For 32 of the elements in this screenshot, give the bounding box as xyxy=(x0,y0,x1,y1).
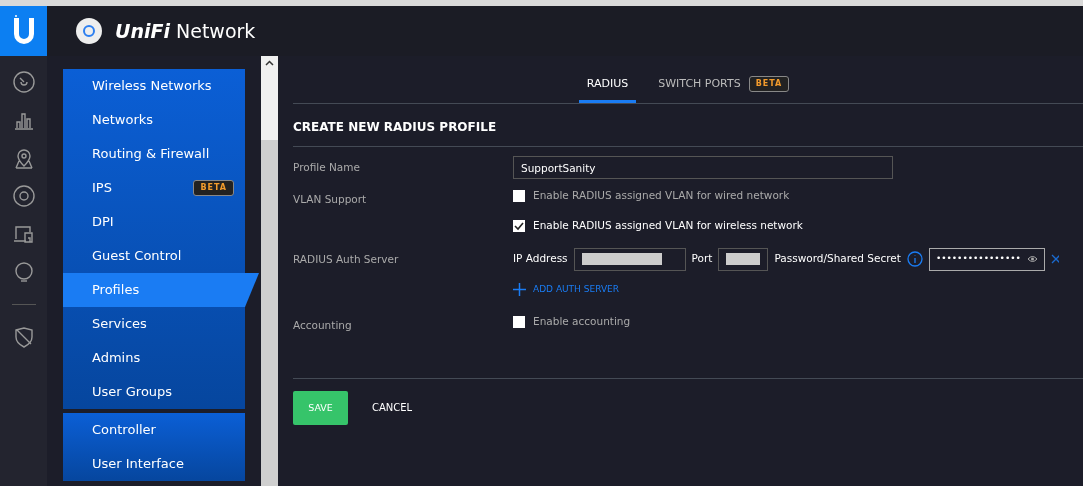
sidebar-item[interactable]: Services xyxy=(63,307,245,341)
sidebar-item[interactable]: Profiles xyxy=(63,273,259,307)
sidebar-item[interactable]: Networks xyxy=(63,103,245,137)
password-field[interactable]: •••••••••••••••• xyxy=(928,247,1045,271)
beta-tag: BETA xyxy=(193,180,234,196)
sidebar-item[interactable]: Routing & Firewall xyxy=(63,137,245,171)
checkbox-label: Enable RADIUS assigned VLAN for wireless network xyxy=(533,217,803,233)
profile-name-field[interactable]: SupportSanity xyxy=(513,156,893,179)
checkbox-label: Enable accounting xyxy=(533,314,631,329)
field-label: Password/Shared Secret xyxy=(774,251,901,267)
field-label: IP Address xyxy=(513,251,568,267)
field-label: RADIUS Auth Server xyxy=(293,251,400,267)
sidebar-item[interactable]: User Groups xyxy=(63,375,245,409)
tab[interactable]: RADIUS xyxy=(578,75,637,103)
sidebar-item[interactable]: Wireless Networks xyxy=(63,69,245,103)
field-label: VLAN Support xyxy=(293,192,368,207)
checkbox-label: Enable RADIUS assigned VLAN for wired network xyxy=(533,188,790,203)
cancel-button[interactable]: CANCEL xyxy=(366,399,419,417)
add-auth-server-button[interactable]: ADD AUTH SERVER xyxy=(513,282,1083,296)
sidebar-item[interactable]: IPS BETA xyxy=(63,171,245,205)
field-label: Profile Name xyxy=(293,160,361,175)
field-label: Port xyxy=(691,251,713,267)
field-label: Accounting xyxy=(293,318,353,333)
sidebar-item[interactable]: Guest Control xyxy=(63,239,245,273)
sidebar-item[interactable]: Controller xyxy=(63,413,245,447)
form-title: CREATE NEW RADIUS PROFILE xyxy=(293,104,1083,147)
beta-tag: BETA xyxy=(748,75,790,92)
tab[interactable]: SWITCH PORTS BETA xyxy=(650,75,798,103)
sidebar-item[interactable]: User Interface xyxy=(63,447,245,481)
app-title: UniFi Network xyxy=(115,18,256,44)
sidebar-item[interactable]: Admins xyxy=(63,341,245,375)
sidebar-item[interactable]: DPI xyxy=(63,205,245,239)
